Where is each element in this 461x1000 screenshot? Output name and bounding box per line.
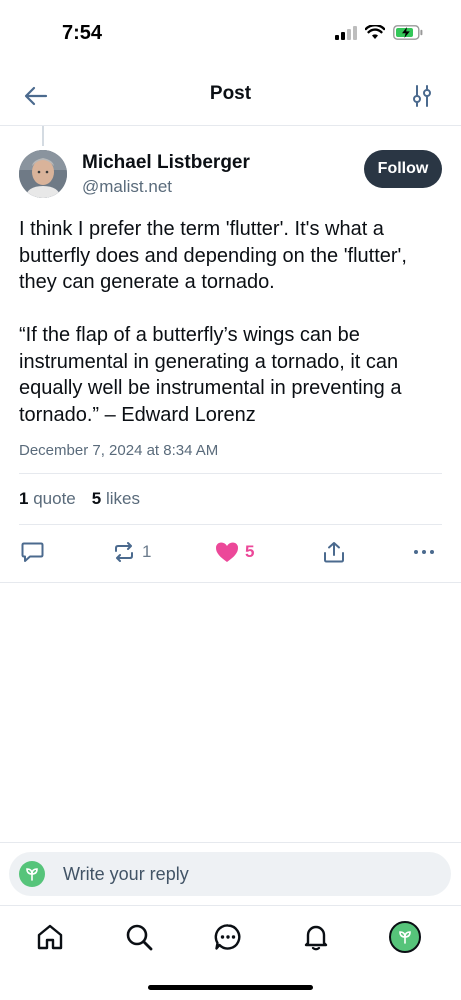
reply-button[interactable] — [21, 541, 44, 563]
comment-icon — [21, 542, 44, 562]
more-options-button[interactable] — [413, 541, 435, 563]
follow-button[interactable]: Follow — [364, 150, 442, 188]
post-text: I think I prefer the term 'flutter'. It'… — [19, 218, 407, 426]
heart-icon — [216, 542, 238, 562]
wifi-icon — [364, 24, 386, 45]
author-row: Michael Listberger @malist.net Follow — [19, 146, 442, 202]
back-arrow-icon — [24, 86, 48, 106]
like-button[interactable]: 5 — [215, 541, 254, 563]
post-actions: 1 5 — [0, 525, 461, 583]
bell-icon — [304, 925, 328, 951]
author-name[interactable]: Michael Listberger — [82, 152, 250, 174]
sprout-icon — [399, 931, 411, 944]
likes-count: 5 — [91, 489, 102, 508]
header: Post — [0, 66, 461, 126]
tab-search[interactable] — [122, 920, 156, 954]
tab-home[interactable] — [33, 920, 67, 954]
more-icon — [414, 550, 434, 554]
post: Michael Listberger @malist.net Follow I … — [0, 146, 461, 583]
bottom-tab-bar — [0, 906, 461, 966]
repost-count: 1 — [142, 542, 152, 561]
tab-notifications[interactable] — [299, 920, 333, 954]
filter-icon — [413, 85, 431, 107]
cellular-signal-icon — [335, 25, 357, 45]
profile-avatar — [389, 921, 421, 953]
quotes-label: quote — [33, 489, 76, 508]
status-icons — [335, 24, 423, 45]
reply-bar-container: Write your reply — [0, 842, 461, 906]
tab-chat[interactable] — [211, 920, 245, 954]
share-button[interactable] — [323, 541, 345, 563]
battery-icon — [393, 25, 423, 45]
author-avatar[interactable] — [19, 150, 67, 198]
status-time: 7:54 — [62, 22, 103, 44]
back-button[interactable] — [22, 82, 50, 110]
page-title: Post — [209, 83, 252, 104]
author-handle[interactable]: @malist.net — [82, 177, 172, 197]
reply-placeholder: Write your reply — [63, 863, 189, 884]
thread-line — [42, 126, 44, 146]
tab-profile[interactable] — [388, 920, 422, 954]
chat-icon — [214, 924, 241, 950]
share-icon — [324, 542, 344, 563]
post-stats: 1 quote 5 likes — [19, 474, 442, 525]
likes-stat[interactable]: 5 likes — [92, 489, 140, 509]
search-icon — [126, 924, 153, 951]
status-bar: 7:54 — [0, 0, 461, 66]
repost-icon — [115, 542, 133, 562]
reply-input[interactable]: Write your reply — [9, 852, 451, 896]
reply-user-avatar — [19, 861, 45, 887]
repost-button[interactable]: 1 — [112, 541, 151, 563]
thread-settings-button[interactable] — [409, 83, 435, 109]
like-count: 5 — [245, 542, 255, 561]
quotes-stat[interactable]: 1 quote — [19, 489, 76, 509]
post-date: December 7, 2024 at 8:34 AM — [19, 442, 442, 474]
sprout-icon — [26, 868, 38, 881]
home-icon — [37, 924, 63, 950]
likes-label: likes — [105, 489, 140, 508]
quotes-count: 1 — [19, 489, 29, 508]
home-indicator — [148, 985, 313, 990]
